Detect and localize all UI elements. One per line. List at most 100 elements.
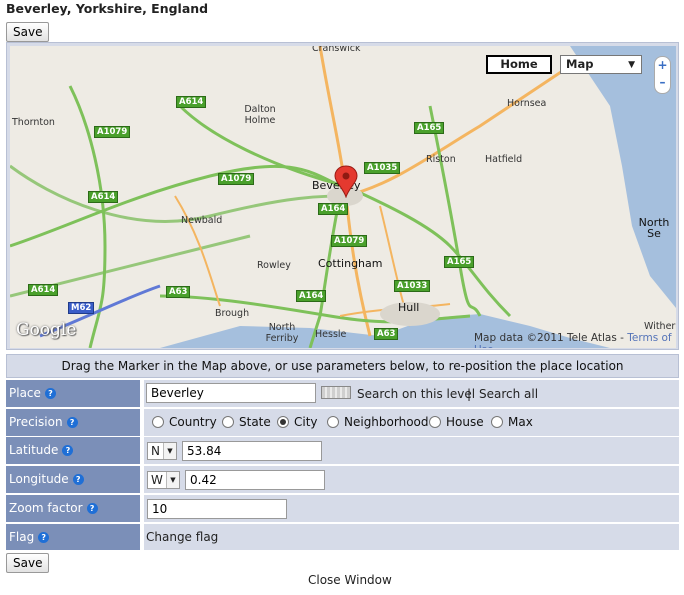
search-level-link[interactable]: Search on this level — [357, 387, 475, 401]
chevron-down-icon: ▼ — [628, 60, 635, 70]
map-type-select[interactable]: Map ▼ — [560, 55, 642, 74]
place-label: Riston — [426, 154, 456, 165]
flag-label-cell: Flag? — [6, 524, 140, 550]
place-label: Cottingham — [318, 257, 383, 270]
search-all-link[interactable]: Search all — [479, 387, 538, 401]
help-icon[interactable]: ? — [86, 503, 98, 514]
place-label: North Se — [638, 216, 670, 240]
longitude-hemisphere-select[interactable]: W ▼ — [147, 471, 180, 489]
radio-house[interactable] — [429, 416, 441, 428]
latitude-label: Latitude — [9, 443, 59, 457]
place-value-cell: Beverley Search on this level | Search a… — [144, 380, 679, 407]
google-logo: Google — [16, 320, 77, 340]
keyboard-icon[interactable] — [321, 386, 351, 399]
place-label: Hessle — [315, 329, 347, 340]
help-icon[interactable]: ? — [66, 417, 78, 428]
precision-row: Precision? Country State City Neighborho… — [6, 409, 679, 436]
radio-label: State — [239, 415, 271, 429]
help-icon[interactable]: ? — [72, 474, 84, 485]
radio-label: House — [446, 415, 484, 429]
road-label: A1035 — [364, 162, 401, 174]
place-label: Thornton — [12, 117, 55, 128]
radio-state[interactable] — [222, 416, 234, 428]
home-button[interactable]: Home — [486, 55, 552, 74]
place-label: Newbald — [181, 215, 223, 226]
road-label: A63 — [374, 328, 399, 340]
page-title: Beverley, Yorkshire, England — [6, 1, 209, 16]
road-label: M62 — [68, 302, 95, 314]
place-label: Withern — [644, 321, 676, 332]
place-label: Cranswick — [312, 46, 361, 54]
road-label: A165 — [414, 122, 445, 134]
help-icon[interactable]: ? — [38, 532, 50, 543]
road-label: A164 — [318, 203, 349, 215]
radio-max[interactable] — [491, 416, 503, 428]
longitude-row: Longitude? W ▼ 0.42 — [6, 466, 679, 493]
road-label: A1079 — [218, 173, 255, 185]
hemisphere-value: W — [151, 473, 163, 487]
radio-city[interactable] — [277, 416, 289, 428]
zoom-value-cell: 10 — [144, 495, 679, 522]
flag-value-cell: Change flag — [144, 524, 679, 550]
zoom-control: + – — [654, 56, 671, 94]
place-label: Place — [9, 386, 41, 400]
link-separator: | — [467, 387, 472, 401]
latitude-row: Latitude? N ▼ 53.84 — [6, 437, 679, 464]
place-label-cell: Place? — [6, 380, 140, 407]
place-label: Hornsea — [507, 98, 547, 109]
road-label: A614 — [176, 96, 207, 108]
radio-label: Country — [169, 415, 217, 429]
precision-value-cell: Country State City Neighborhood House Ma… — [144, 409, 679, 436]
longitude-label: Longitude — [9, 472, 69, 486]
close-window-link[interactable]: Close Window — [308, 573, 392, 587]
precision-label: Precision — [9, 415, 63, 429]
road-label: A165 — [444, 256, 475, 268]
latitude-label-cell: Latitude? — [6, 437, 140, 464]
place-row: Place? Beverley Search on this level | S… — [6, 380, 679, 407]
latitude-value-cell: N ▼ 53.84 — [144, 437, 679, 464]
map-attribution: Map data ©2011 Tele Atlas - Terms of Use — [474, 332, 676, 348]
place-label: Rowley — [257, 260, 291, 271]
longitude-value-cell: W ▼ 0.42 — [144, 466, 679, 493]
zoom-input[interactable]: 10 — [147, 499, 287, 519]
chevron-down-icon: ▼ — [163, 443, 176, 459]
flag-row: Flag? Change flag — [6, 524, 679, 550]
latitude-input[interactable]: 53.84 — [182, 441, 322, 461]
latitude-hemisphere-select[interactable]: N ▼ — [147, 442, 177, 460]
longitude-input[interactable]: 0.42 — [185, 470, 325, 490]
road-label: A614 — [28, 284, 59, 296]
map-canvas[interactable]: Cranswick Dalton Holme Hornsea Thornton … — [10, 46, 676, 348]
flag-label: Flag — [9, 530, 35, 544]
road-label: A63 — [166, 286, 191, 298]
save-button-bottom[interactable]: Save — [6, 553, 50, 573]
map-type-value: Map — [566, 57, 594, 71]
place-input[interactable]: Beverley — [146, 383, 316, 403]
road-label: A1033 — [394, 280, 431, 292]
save-button-top[interactable]: Save — [6, 22, 50, 42]
chevron-down-icon: ▼ — [166, 472, 179, 488]
place-label: Dalton Holme — [244, 104, 276, 126]
zoom-out-button[interactable]: – — [655, 74, 670, 91]
instruction-notice: Drag the Marker in the Map above, or use… — [6, 354, 679, 378]
radio-label: Max — [508, 415, 533, 429]
place-label: Hatfield — [485, 154, 523, 165]
map-frame: Cranswick Dalton Holme Hornsea Thornton … — [6, 42, 679, 350]
map-marker-icon[interactable] — [332, 164, 362, 198]
place-label: Hull — [398, 301, 420, 314]
radio-label: Neighborhood — [344, 415, 429, 429]
place-label: North Ferriby — [265, 322, 299, 344]
zoom-label-cell: Zoom factor? — [6, 495, 140, 522]
change-flag-link[interactable]: Change flag — [146, 530, 218, 544]
hemisphere-value: N — [151, 444, 160, 458]
road-label: A1079 — [331, 235, 368, 247]
help-icon[interactable]: ? — [62, 445, 74, 456]
road-label: A1079 — [94, 126, 131, 138]
zoom-in-button[interactable]: + — [655, 57, 670, 74]
help-icon[interactable]: ? — [44, 388, 56, 399]
longitude-label-cell: Longitude? — [6, 466, 140, 493]
radio-neighborhood[interactable] — [327, 416, 339, 428]
radio-country[interactable] — [152, 416, 164, 428]
road-label: A164 — [296, 290, 327, 302]
attribution-text: Map data ©2011 Tele Atlas - — [474, 332, 628, 344]
zoom-row: Zoom factor? 10 — [6, 495, 679, 522]
